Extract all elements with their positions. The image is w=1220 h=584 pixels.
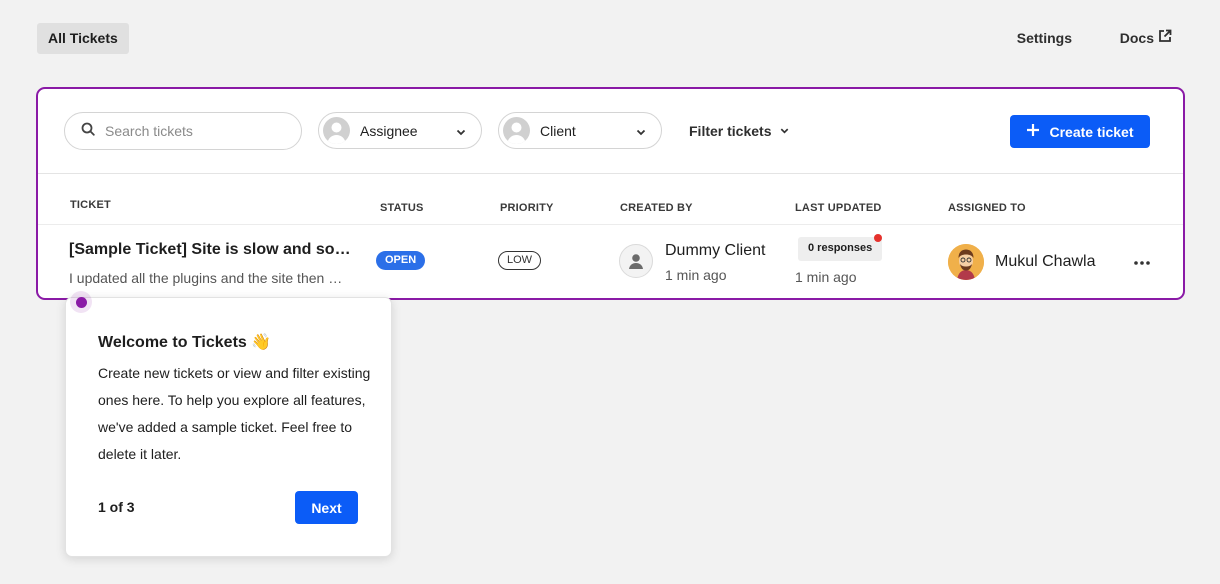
assignee-name: Mukul Chawla bbox=[995, 253, 1096, 270]
create-ticket-label: Create ticket bbox=[1049, 123, 1134, 140]
assignee-avatar bbox=[948, 244, 984, 280]
assignee-avatar-placeholder bbox=[323, 117, 350, 144]
filter-tickets-label: Filter tickets bbox=[689, 123, 772, 139]
priority-badge[interactable]: LOW bbox=[498, 251, 542, 270]
next-button[interactable]: Next bbox=[295, 491, 358, 524]
more-options-icon[interactable] bbox=[1133, 253, 1151, 271]
search-icon bbox=[81, 122, 95, 141]
assignee-dropdown-label: Assignee bbox=[360, 122, 418, 139]
tooltip-title: Welcome to Tickets 👋 bbox=[98, 334, 272, 351]
filter-tickets-button[interactable]: Filter tickets bbox=[689, 123, 790, 139]
docs-link-label: Docs bbox=[1119, 30, 1154, 46]
tooltip-body: Create new tickets or view and filter ex… bbox=[98, 365, 371, 462]
settings-link[interactable]: Settings bbox=[1017, 23, 1072, 54]
column-header-priority: PRIORITY bbox=[500, 202, 554, 214]
chevron-down-icon bbox=[779, 123, 790, 139]
client-avatar bbox=[619, 244, 653, 278]
client-dropdown[interactable]: Client bbox=[498, 112, 662, 149]
assignee-dropdown[interactable]: Assignee bbox=[318, 112, 482, 149]
responses-badge: 0 responses bbox=[798, 237, 883, 261]
external-link-icon bbox=[1158, 23, 1172, 54]
table-header: TICKET STATUS PRIORITY CREATED BY LAST U… bbox=[38, 175, 1183, 225]
column-header-status: STATUS bbox=[380, 202, 424, 214]
tour-beacon-dot bbox=[75, 296, 87, 308]
chevron-down-icon bbox=[455, 125, 467, 143]
tab-all-tickets[interactable]: All Tickets bbox=[37, 23, 129, 54]
create-ticket-button[interactable]: Create ticket bbox=[1010, 115, 1150, 148]
created-by-name: Dummy Client bbox=[665, 242, 766, 259]
ticket-excerpt: I updated all the plugins and the site t… bbox=[69, 270, 345, 286]
tickets-panel: Assignee Client Filter tickets Cre bbox=[36, 87, 1185, 300]
table-row[interactable]: [Sample Ticket] Site is slow and sometim… bbox=[38, 226, 1183, 298]
client-avatar-placeholder bbox=[503, 117, 530, 144]
docs-link[interactable]: Docs bbox=[1120, 23, 1172, 54]
tooltip-step-counter: 1 of 3 bbox=[98, 499, 135, 515]
column-header-last-updated: LAST UPDATED bbox=[795, 202, 882, 214]
tickets-toolbar: Assignee Client Filter tickets Cre bbox=[38, 89, 1183, 174]
client-dropdown-label: Client bbox=[540, 122, 576, 139]
tour-beacon[interactable] bbox=[70, 291, 92, 313]
top-bar: All Tickets Settings Docs bbox=[37, 23, 1180, 54]
chevron-down-icon bbox=[635, 125, 647, 143]
search-input[interactable] bbox=[105, 123, 285, 139]
onboarding-tooltip: Welcome to Tickets 👋 Create new tickets … bbox=[65, 297, 392, 557]
column-header-created-by: CREATED BY bbox=[620, 202, 693, 214]
plus-icon bbox=[1026, 123, 1040, 140]
ticket-title[interactable]: [Sample Ticket] Site is slow and sometim… bbox=[69, 241, 351, 259]
search-box[interactable] bbox=[64, 112, 302, 150]
created-time: 1 min ago bbox=[665, 267, 727, 283]
unread-indicator bbox=[874, 234, 882, 242]
column-header-assigned-to: ASSIGNED TO bbox=[948, 202, 1026, 214]
status-badge[interactable]: OPEN bbox=[376, 251, 426, 270]
column-header-ticket: TICKET bbox=[70, 199, 111, 211]
last-updated-time: 1 min ago bbox=[795, 269, 857, 285]
